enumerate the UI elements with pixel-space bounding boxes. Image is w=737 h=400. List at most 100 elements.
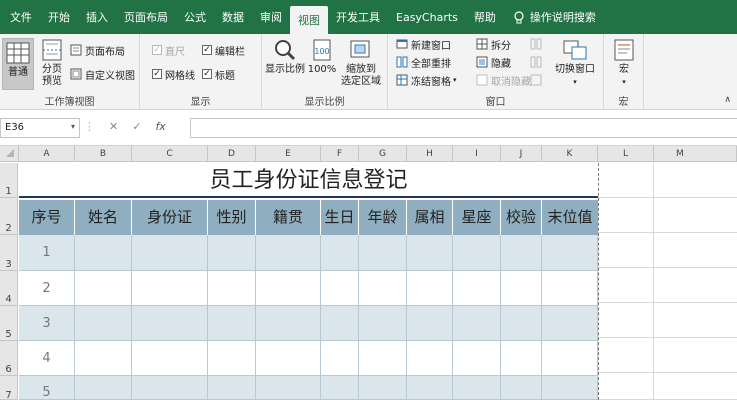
table-cell[interactable] (501, 235, 542, 271)
table-cell[interactable] (407, 271, 453, 306)
formula-input[interactable] (190, 118, 737, 138)
row-header-3[interactable]: 3 (0, 235, 18, 271)
hide-button[interactable]: 隐藏 (476, 54, 511, 70)
empty-column-m[interactable] (654, 163, 737, 400)
table-cell[interactable] (453, 376, 501, 400)
column-header-m[interactable]: M (654, 146, 737, 162)
table-cell[interactable] (75, 235, 132, 271)
column-header-c[interactable]: C (132, 146, 208, 162)
table-cell[interactable] (542, 376, 598, 400)
table-cell[interactable] (132, 235, 208, 271)
tab-home[interactable]: 开始 (40, 0, 78, 34)
macros-button[interactable]: 宏 ▾ (610, 38, 638, 88)
formula-bar-checkbox[interactable]: ✓ 编辑栏 (202, 42, 245, 58)
column-header-l[interactable]: L (598, 146, 654, 162)
seq-cell[interactable]: 2 (19, 271, 75, 306)
seq-cell[interactable]: 1 (19, 235, 75, 271)
table-cell[interactable] (321, 235, 359, 271)
table-cell[interactable] (359, 341, 407, 376)
table-cell[interactable] (321, 341, 359, 376)
table-cell[interactable] (75, 376, 132, 400)
table-cell[interactable] (407, 341, 453, 376)
table-cell[interactable] (256, 341, 321, 376)
enter-button[interactable]: ✓ (132, 120, 141, 133)
column-header-a[interactable]: A (19, 146, 75, 162)
row-header-7[interactable]: 7 (0, 376, 18, 400)
split-button[interactable]: 拆分 (476, 36, 511, 52)
reset-window-position-icon[interactable] (530, 72, 545, 88)
synchronous-scroll-icon[interactable] (530, 54, 545, 70)
row-header-1[interactable]: 1 (0, 163, 18, 198)
tab-page-layout[interactable]: 页面布局 (116, 0, 176, 34)
table-cell[interactable] (208, 376, 256, 400)
table-cell[interactable] (542, 306, 598, 341)
table-cell[interactable] (256, 376, 321, 400)
empty-column-l[interactable] (598, 163, 654, 400)
new-window-button[interactable]: 新建窗口 (396, 36, 451, 52)
insert-function-button[interactable]: fx (155, 120, 165, 133)
tab-view[interactable]: 视图 (290, 6, 328, 34)
table-cell[interactable] (208, 235, 256, 271)
header-cell-name[interactable]: 姓名 (75, 200, 132, 235)
view-side-by-side-icon[interactable] (530, 36, 545, 52)
table-cell[interactable] (208, 341, 256, 376)
switch-windows-button[interactable]: 切换窗口 ▾ (550, 38, 600, 88)
column-header-i[interactable]: I (453, 146, 501, 162)
ribbon-collapse-icon[interactable]: ∧ (724, 95, 731, 105)
select-all-corner[interactable] (0, 146, 19, 162)
header-cell-birthday[interactable]: 生日 (321, 200, 359, 235)
table-cell[interactable] (501, 306, 542, 341)
row-header-2[interactable]: 2 (0, 198, 18, 235)
tab-insert[interactable]: 插入 (78, 0, 116, 34)
seq-cell[interactable]: 4 (19, 341, 75, 376)
header-cell-zodiac[interactable]: 属相 (407, 200, 453, 235)
table-cell[interactable] (132, 376, 208, 400)
table-cell[interactable] (453, 235, 501, 271)
table-cell[interactable] (132, 341, 208, 376)
table-cell[interactable] (359, 306, 407, 341)
table-cell[interactable] (542, 235, 598, 271)
table-cell[interactable] (75, 271, 132, 306)
column-header-h[interactable]: H (407, 146, 453, 162)
page-break-preview-button[interactable]: 分页 预览 (38, 38, 66, 88)
column-header-e[interactable]: E (256, 146, 321, 162)
headings-checkbox[interactable]: ✓ 标题 (202, 66, 235, 82)
table-cell[interactable] (359, 376, 407, 400)
zoom-to-selection-button[interactable]: 缩放到 选定区域 (338, 38, 384, 88)
header-cell-constellation[interactable]: 星座 (453, 200, 501, 235)
row-header-5[interactable]: 5 (0, 306, 18, 341)
table-cell[interactable] (75, 341, 132, 376)
worksheet-grid[interactable]: A B C D E F G H I J K L M 1 2 3 4 5 6 7 … (0, 146, 737, 400)
header-cell-last-digit[interactable]: 末位值 (542, 200, 598, 235)
table-cell[interactable] (321, 271, 359, 306)
tab-help[interactable]: 帮助 (466, 0, 504, 34)
zoom-100-button[interactable]: 100 100% (308, 38, 336, 76)
column-header-j[interactable]: J (501, 146, 542, 162)
table-cell[interactable] (359, 235, 407, 271)
table-cell[interactable] (132, 271, 208, 306)
table-cell[interactable] (501, 376, 542, 400)
header-cell-age[interactable]: 年龄 (359, 200, 407, 235)
gridlines-checkbox[interactable]: ✓ 网格线 (152, 66, 195, 82)
table-cell[interactable] (256, 306, 321, 341)
header-cell-seq[interactable]: 序号 (19, 200, 75, 235)
tab-developer[interactable]: 开发工具 (328, 0, 388, 34)
name-box-dropdown-icon[interactable]: ▾ (71, 122, 75, 131)
tab-file[interactable]: 文件 (0, 0, 40, 34)
table-cell[interactable] (501, 271, 542, 306)
table-cell[interactable] (256, 271, 321, 306)
tab-formulas[interactable]: 公式 (176, 0, 214, 34)
table-cell[interactable] (132, 306, 208, 341)
column-header-b[interactable]: B (75, 146, 132, 162)
table-cell[interactable] (359, 271, 407, 306)
table-cell[interactable] (407, 376, 453, 400)
unhide-button[interactable]: 取消隐藏 (476, 72, 531, 88)
custom-views-button[interactable]: 自定义视图 (70, 66, 135, 82)
table-cell[interactable] (321, 306, 359, 341)
column-header-d[interactable]: D (208, 146, 256, 162)
header-cell-origin[interactable]: 籍贯 (256, 200, 321, 235)
column-header-f[interactable]: F (321, 146, 359, 162)
freeze-panes-button[interactable]: 冻结窗格 ▾ (396, 72, 457, 88)
table-cell[interactable] (407, 306, 453, 341)
row-header-4[interactable]: 4 (0, 271, 18, 306)
